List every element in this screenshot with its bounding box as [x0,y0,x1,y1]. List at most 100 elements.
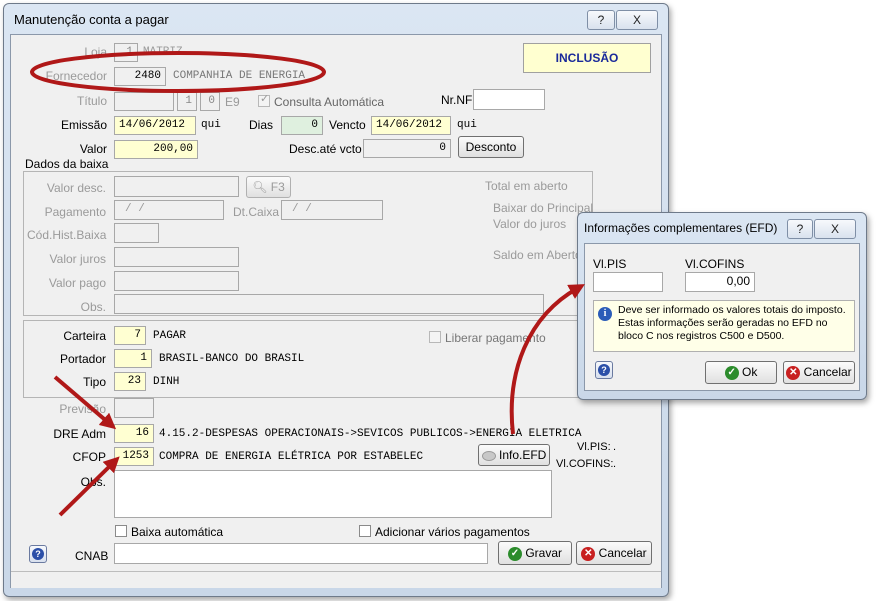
cancelar-button[interactable]: ✕ Cancelar [576,541,652,565]
pagamento-field: / / [114,200,224,220]
emissao-weekday: qui [201,119,221,131]
titulo-tipo: E9 [225,95,240,109]
desc-ate-vcto-field[interactable]: 0 [363,139,451,158]
previsao-label: Previsão [59,402,106,416]
desconto-button[interactable]: Desconto [458,136,524,158]
help-icon: ? [32,548,44,560]
checkmark-icon: ✓ [260,93,270,105]
cnab-label: CNAB [75,549,109,563]
pagamento-label: Pagamento [44,205,106,219]
nr-nf-label: Nr.NF [441,93,473,107]
valor-do-juros-label: Valor do juros [493,217,567,231]
help-title-button[interactable]: ? [587,10,615,30]
close-title-button[interactable]: X [616,10,658,30]
emissao-field[interactable]: 14/06/2012 [114,116,196,135]
main-title-bar[interactable]: Manutenção conta a pagar ? X [4,4,668,34]
vl-cofins-label: Vl.COFINS: [556,458,614,470]
efd-vl-pis-field[interactable] [593,272,663,292]
obs-baixa-field [114,294,544,314]
valor-juros-field [114,247,239,267]
gravar-button[interactable]: ✓ Gravar [498,541,572,565]
efd-ok-button-label: Ok [742,365,758,379]
dados-baixa-title: Dados da baixa [25,157,109,171]
nr-nf-field[interactable] [473,89,545,110]
disc-icon [481,450,496,461]
dre-adm-label: DRE Adm [53,427,106,441]
loja-name: MATRIZ [143,46,183,58]
gravar-button-label: Gravar [525,546,563,560]
vencto-label: Vencto [329,118,366,132]
vencto-weekday: qui [457,119,477,131]
vencto-field[interactable]: 14/06/2012 [371,116,451,135]
titulo-number-field [114,92,174,111]
cod-hist-baixa-field [114,223,159,243]
cnab-field[interactable] [114,543,488,564]
main-client-area: INCLUSÃO Loja 1 MATRIZ Fornecedor 2480 C… [10,34,662,588]
efd-title: Informações complementares (EFD) [584,221,778,235]
vl-cofins-value: . [613,458,617,470]
titulo-label: Título [76,94,107,108]
mode-badge: INCLUSÃO [523,43,651,73]
cfop-name: COMPRA DE ENERGIA ELÉTRICA POR ESTABELEC [159,451,424,463]
efd-info-box: i Deve ser informado os valores totais d… [593,300,855,352]
emissao-label: Emissão [60,118,107,132]
cancelar-button-label: Cancelar [598,546,647,560]
efd-vl-cofins-field[interactable]: 0,00 [685,272,755,292]
tipo-code-field[interactable]: 23 [114,372,146,391]
info-efd-button[interactable]: Info.EFD [478,444,550,466]
mode-text: INCLUSÃO [555,51,619,65]
adicionar-varios-pagamentos-checkbox[interactable] [359,525,371,537]
info-icon: i [598,307,612,321]
saldo-em-aberto-label: Saldo em Aberto [493,248,582,262]
cod-hist-baixa-label: Cód.Hist.Baixa [27,228,107,242]
adicionar-varios-pagamentos-label: Adicionar vários pagamentos [375,525,530,539]
carteira-code-field[interactable]: 7 [114,326,146,345]
help-button[interactable]: ? [29,545,47,563]
consulta-automatica-label: Consulta Automática [274,95,385,109]
liberar-pagamento-checkbox [429,331,441,343]
fornecedor-code-field: 2480 [114,67,166,86]
desc-ate-vcto-label: Desc.até vcto [289,142,362,156]
f3-button-label: F3 [270,180,285,194]
efd-dialog: Informações complementares (EFD) ? X Vl.… [577,212,867,400]
cfop-label: CFOP [72,450,106,464]
efd-cancelar-button-label: Cancelar [803,365,852,379]
main-window: Manutenção conta a pagar ? X INCLUSÃO Lo… [3,3,669,597]
efd-close-title-button[interactable]: X [814,219,856,239]
fornecedor-label: Fornecedor [45,69,107,83]
efd-info-text: Deve ser informado os valores totais do … [618,304,846,342]
efd-title-bar[interactable]: Informações complementares (EFD) ? X [578,213,866,243]
dt-caixa-label: Dt.Caixa [233,205,280,219]
valor-pago-label: Valor pago [48,276,106,290]
titulo-sub-field: 0 [200,92,220,111]
check-icon: ✓ [507,546,522,561]
tipo-name: DINH [153,376,180,388]
carteira-label: Carteira [63,329,106,343]
obs-label: Obs. [80,475,106,489]
dias-field[interactable]: 0 [281,116,323,135]
baixa-automatica-checkbox[interactable] [115,525,127,537]
efd-ok-button[interactable]: ✓ Ok [705,361,777,384]
titulo-parcela-field: 1 [177,92,197,111]
efd-client-area: Vl.PIS Vl.COFINS 0,00 i Deve ser informa… [584,243,860,391]
obs-baixa-label: Obs. [80,300,106,314]
vl-pis-value: . [613,441,617,453]
carteira-name: PAGAR [153,330,187,342]
cfop-code-field[interactable]: 1253 [114,447,154,466]
efd-check-icon: ✓ [724,365,739,380]
efd-cancelar-button[interactable]: ✕ Cancelar [783,361,855,384]
valor-label: Valor [79,142,107,156]
valor-juros-label: Valor juros [49,252,106,266]
efd-help-button[interactable]: ? [595,361,613,379]
tipo-label: Tipo [83,375,106,389]
dre-adm-code-field[interactable]: 16 [114,424,154,443]
obs-field[interactable] [114,470,552,518]
valor-field[interactable]: 200,00 [114,140,198,159]
portador-code-field[interactable]: 1 [114,349,152,368]
total-em-aberto-label: Total em aberto [485,179,568,193]
valor-desc-field [114,176,239,197]
previsao-field [114,398,154,418]
valor-pago-field [114,271,239,291]
efd-help-title-button[interactable]: ? [787,219,813,239]
baixa-automatica-label: Baixa automática [131,525,224,539]
